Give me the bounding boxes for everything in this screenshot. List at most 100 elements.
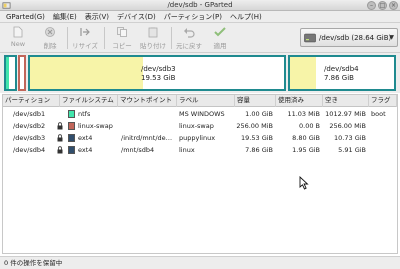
lock-icon xyxy=(57,146,63,154)
menu-edit[interactable]: 編集(E) xyxy=(49,12,81,22)
partition-block-sdb4[interactable]: /dev/sdb4 7.86 GiB xyxy=(288,55,396,91)
pending-operations-status: 0 件の操作を保留中 xyxy=(4,259,63,267)
cell-mountpoint: /mnt/sdb4 xyxy=(121,146,155,154)
lock-icon xyxy=(57,134,63,142)
column-header-mountpoint[interactable]: マウントポイント xyxy=(118,95,177,107)
column-header-filesystem[interactable]: ファイルシステム xyxy=(60,95,118,107)
device-label: /dev/sdb (28.64 GiB) xyxy=(319,34,392,42)
undo-button[interactable]: 元に戻す xyxy=(174,25,204,51)
apply-button[interactable]: 適用 xyxy=(205,25,235,51)
delete-label: 削除 xyxy=(43,42,57,50)
minimize-button[interactable]: – xyxy=(367,1,376,10)
toolbar-separator xyxy=(171,27,172,49)
cell-label: puppylinux xyxy=(179,134,216,142)
column-header-partition[interactable]: パーティション xyxy=(3,95,60,107)
cell-label: MS WINDOWS xyxy=(179,110,225,118)
cell-free: 10.73 GiB xyxy=(334,134,366,142)
cell-free: 1012.97 MiB xyxy=(325,110,366,118)
table-row[interactable]: /dev/sdb4 ext4 /mnt/sdb4 linux 7.86 GiB … xyxy=(3,144,397,156)
cell-flags: boot xyxy=(371,110,386,118)
filesystem-color-swatch xyxy=(68,146,75,154)
copy-icon xyxy=(117,27,127,37)
resize-button[interactable]: リサイズ xyxy=(70,25,100,51)
cell-partition: /dev/sdb2 xyxy=(13,122,46,130)
cell-size: 7.86 GiB xyxy=(245,146,273,154)
cell-partition: /dev/sdb3 xyxy=(13,134,46,142)
undo-icon xyxy=(184,28,195,38)
cell-label: linux-swap xyxy=(179,122,214,130)
table-row[interactable]: /dev/sdb2 linux-swap linux-swap 256.00 M… xyxy=(3,120,397,132)
partition-map: /dev/sdb3 19.53 GiB /dev/sdb4 7.86 GiB xyxy=(0,53,400,93)
cell-label: linux xyxy=(179,146,195,154)
toolbar-separator xyxy=(104,27,105,49)
menu-bar: GParted(G) 編集(E) 表示(V) デバイス(D) パーティション(P… xyxy=(0,11,400,23)
copy-button[interactable]: コピー xyxy=(107,25,137,51)
menu-help[interactable]: ヘルプ(H) xyxy=(226,12,266,22)
cell-free: 5.91 GiB xyxy=(338,146,366,154)
title-bar: /dev/sdb - GParted – □ × xyxy=(0,0,400,11)
partition-block-sdb1[interactable] xyxy=(4,55,17,91)
delete-icon xyxy=(45,27,55,37)
apply-label: 適用 xyxy=(213,42,227,50)
cell-filesystem: ntfs xyxy=(78,110,91,118)
cell-partition: /dev/sdb4 xyxy=(13,146,46,154)
column-header-label[interactable]: ラベル xyxy=(177,95,235,107)
new-button[interactable]: New xyxy=(3,25,33,51)
device-selector[interactable]: /dev/sdb (28.64 GiB) ▼ xyxy=(300,28,398,47)
cell-partition: /dev/sdb1 xyxy=(13,110,46,118)
new-document-icon xyxy=(13,26,23,38)
partition-block-sdb4-size: 7.86 GiB xyxy=(324,74,354,82)
apply-check-icon xyxy=(214,27,226,37)
filesystem-color-swatch xyxy=(68,110,75,118)
partition-block-sdb2[interactable] xyxy=(18,55,26,91)
cell-free: 256.00 MiB xyxy=(329,122,366,130)
filesystem-color-swatch xyxy=(68,122,75,130)
cell-size: 256.00 MiB xyxy=(236,122,273,130)
cell-used: 11.03 MiB xyxy=(287,110,320,118)
paste-button[interactable]: 貼り付け xyxy=(138,25,168,51)
status-bar: 0 件の操作を保留中 xyxy=(0,256,400,269)
paste-label: 貼り付け xyxy=(140,42,166,50)
mouse-pointer-icon xyxy=(299,176,309,190)
resize-label: リサイズ xyxy=(72,42,98,50)
column-header-free[interactable]: 空き xyxy=(323,95,369,107)
cell-used: 0.00 B xyxy=(299,122,320,130)
copy-label: コピー xyxy=(112,42,132,50)
dropdown-arrow-icon: ▼ xyxy=(389,34,394,41)
partition-block-sdb3-name: /dev/sdb3 xyxy=(141,65,176,73)
table-row[interactable]: /dev/sdb3 ext4 /initrd/mnt/de… puppylinu… xyxy=(3,132,397,144)
menu-gparted[interactable]: GParted(G) xyxy=(2,13,49,21)
undo-label: 元に戻す xyxy=(176,42,202,50)
menu-device[interactable]: デバイス(D) xyxy=(113,12,160,22)
menu-view[interactable]: 表示(V) xyxy=(81,12,113,22)
resize-icon xyxy=(80,28,90,36)
partition-block-sdb3-size: 19.53 GiB xyxy=(141,74,176,82)
delete-button[interactable]: 削除 xyxy=(35,25,65,51)
cell-filesystem: linux-swap xyxy=(78,122,113,130)
lock-icon xyxy=(57,122,63,130)
maximize-button[interactable]: □ xyxy=(378,1,387,10)
partition-table[interactable]: パーティション ファイルシステム マウントポイント ラベル 容量 使用済み 空き… xyxy=(2,94,398,254)
partition-block-sdb3[interactable]: /dev/sdb3 19.53 GiB xyxy=(28,55,286,91)
filesystem-color-swatch xyxy=(68,134,75,142)
window-title: /dev/sdb - GParted xyxy=(167,1,233,9)
table-row[interactable]: /dev/sdb1 ntfs MS WINDOWS 1.00 GiB 11.03… xyxy=(3,108,397,120)
hard-drive-icon xyxy=(304,33,316,43)
toolbar-separator xyxy=(67,27,68,49)
cell-used: 8.80 GiB xyxy=(292,134,320,142)
cell-filesystem: ext4 xyxy=(78,146,93,154)
table-header: パーティション ファイルシステム マウントポイント ラベル 容量 使用済み 空き… xyxy=(3,95,397,107)
cell-filesystem: ext4 xyxy=(78,134,93,142)
column-header-used[interactable]: 使用済み xyxy=(276,95,323,107)
cell-size: 1.00 GiB xyxy=(245,110,273,118)
menu-partition[interactable]: パーティション(P) xyxy=(160,12,226,22)
close-button[interactable]: × xyxy=(389,1,398,10)
cell-mountpoint: /initrd/mnt/de… xyxy=(121,134,173,142)
cell-size: 19.53 GiB xyxy=(241,134,273,142)
new-label: New xyxy=(10,40,26,48)
toolbar: New 削除 リサイズ コピー 貼り付け 元に戻す 適用 /dev/sdb (2… xyxy=(0,23,400,53)
paste-icon xyxy=(148,27,158,38)
column-header-flags[interactable]: フラグ xyxy=(369,95,397,107)
column-header-size[interactable]: 容量 xyxy=(235,95,276,107)
cell-used: 1.95 GiB xyxy=(292,146,320,154)
